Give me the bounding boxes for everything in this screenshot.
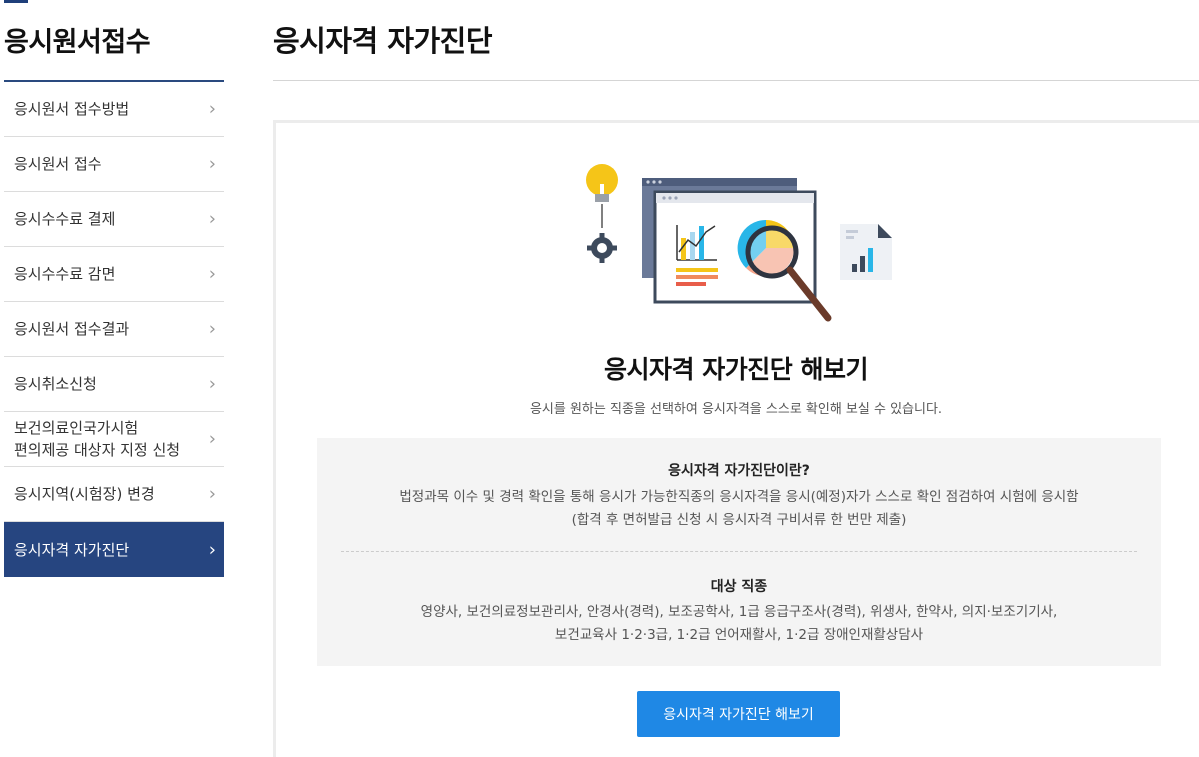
- sidebar-item-label: 응시원서 접수방법: [14, 100, 130, 118]
- document-chart-icon: [840, 224, 892, 280]
- sidebar-item-fee-reduction[interactable]: 응시수수료 감면 ›: [4, 247, 224, 302]
- chevron-right-icon: ›: [208, 428, 216, 450]
- sidebar-item-application-submit[interactable]: 응시원서 접수 ›: [4, 137, 224, 192]
- start-self-diagnosis-button[interactable]: 응시자격 자가진단 해보기: [637, 691, 840, 737]
- sidebar-item-self-diagnosis[interactable]: 응시자격 자가진단 ›: [4, 522, 224, 577]
- diagnosis-illustration: [586, 164, 892, 322]
- chevron-right-icon: ›: [208, 483, 216, 505]
- chevron-right-icon: ›: [208, 539, 216, 560]
- sidebar-item-label: 응시원서 접수: [14, 155, 102, 173]
- hero-title: 응시자격 자가진단 해보기: [604, 355, 868, 384]
- title-divider: [273, 80, 1199, 81]
- sidebar-item-label: 응시원서 접수결과: [14, 320, 130, 338]
- lightbulb-icon: [586, 164, 618, 228]
- sidebar-item-application-method[interactable]: 응시원서 접수방법 ›: [4, 82, 224, 137]
- chevron-right-icon: ›: [208, 153, 216, 175]
- sidebar-item-region-change[interactable]: 응시지역(시험장) 변경 ›: [4, 467, 224, 522]
- chevron-right-icon: ›: [208, 263, 216, 285]
- info-box: 응시자격 자가진단이란? 법정과목 이수 및 경력 확인을 통해 응시가 가능한…: [317, 438, 1161, 666]
- info-target-line2: 보건교육사 1·2·3급, 1·2급 언어재활사, 1·2급 장애인재활상담사: [554, 627, 924, 643]
- sidebar-item-label: 응시자격 자가진단: [14, 540, 130, 559]
- sidebar-item-application-result[interactable]: 응시원서 접수결과 ›: [4, 302, 224, 357]
- sidebar-item-label: 보건의료인국가시험 편의제공 대상자 지정 신청: [14, 419, 181, 459]
- sidebar-item-label: 응시수수료 감면: [14, 265, 116, 283]
- sidebar-item-label: 응시지역(시험장) 변경: [14, 485, 155, 503]
- chevron-right-icon: ›: [208, 318, 216, 340]
- chevron-right-icon: ›: [208, 373, 216, 395]
- info-divider: [341, 551, 1137, 552]
- sidebar-item-label: 응시취소신청: [14, 375, 97, 393]
- sidebar-item-cancel-request[interactable]: 응시취소신청 ›: [4, 357, 224, 412]
- info-what-title: 응시자격 자가진단이란?: [668, 463, 810, 479]
- sidebar: 응시원서접수 국원 응시원서 접수방법 › 응시원서 접수 › 응시수수료 결제…: [4, 0, 228, 577]
- chevron-right-icon: ›: [208, 98, 216, 120]
- info-target-line1: 영양사, 보건의료정보관리사, 안경사(경력), 보조공학사, 1급 응급구조사…: [420, 604, 1058, 620]
- chevron-right-icon: ›: [208, 208, 216, 230]
- sidebar-watermark: 국원: [147, 0, 228, 52]
- sidebar-item-label: 응시수수료 결제: [14, 210, 116, 228]
- sidebar-header: 응시원서접수 국원: [4, 0, 228, 82]
- info-what-line1: 법정과목 이수 및 경력 확인을 통해 응시가 가능한직종의 응시자격을 응시(…: [399, 489, 1079, 505]
- page-title: 응시자격 자가진단: [273, 24, 493, 58]
- gear-icon: [587, 233, 617, 263]
- sidebar-menu: 응시원서 접수방법 › 응시원서 접수 › 응시수수료 결제 › 응시수수료 감…: [4, 82, 224, 577]
- sidebar-title: 응시원서접수: [4, 27, 151, 58]
- sidebar-item-fee-payment[interactable]: 응시수수료 결제 ›: [4, 192, 224, 247]
- hero-description: 응시를 원하는 직종을 선택하여 응시자격을 스스로 확인해 보실 수 있습니다…: [529, 402, 943, 417]
- info-what-line2: (합격 후 면허발급 신청 시 응시자격 구비서류 한 번만 제출): [571, 512, 907, 528]
- info-target-title: 대상 직종: [710, 579, 768, 595]
- sidebar-item-accommodation-request[interactable]: 보건의료인국가시험 편의제공 대상자 지정 신청 ›: [4, 412, 224, 467]
